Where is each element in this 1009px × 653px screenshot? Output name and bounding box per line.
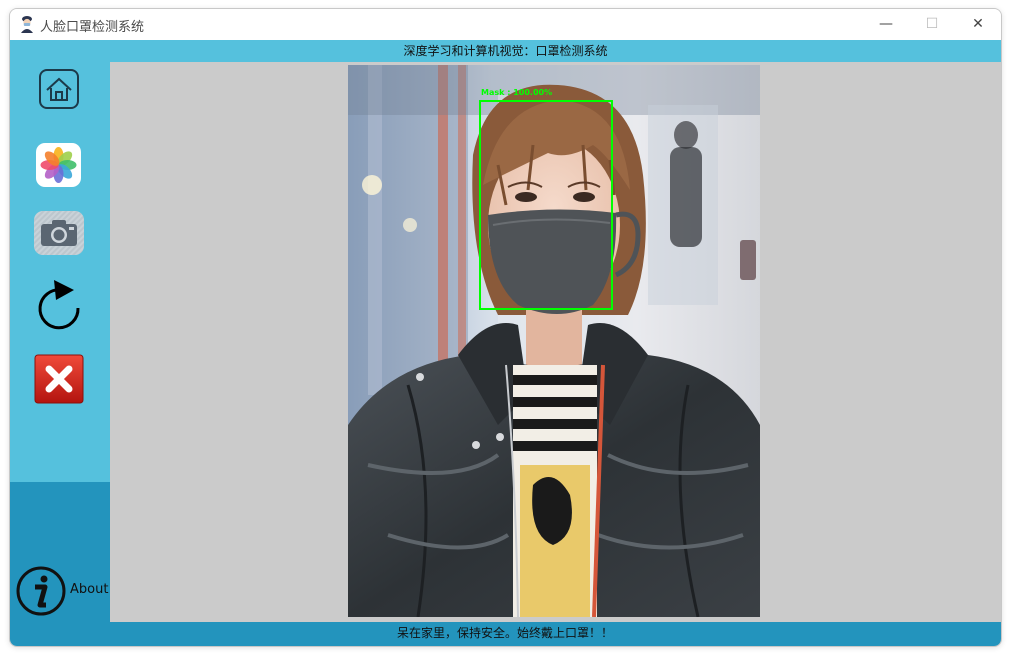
header-banner: 深度学习和计算机视觉：口罩检测系统 <box>10 40 1001 62</box>
close-red-icon <box>34 354 84 404</box>
detection-label: Mask : 100.00% <box>481 88 552 97</box>
sidebar <box>10 62 110 482</box>
title-bar[interactable]: 人脸口罩检测系统 — ☐ ✕ <box>10 9 1001 40</box>
info-icon[interactable] <box>15 565 67 617</box>
image-display-area: Mask : 100.00% <box>110 62 1001 622</box>
header-text: 深度学习和计算机视觉：口罩检测系统 <box>403 44 608 58</box>
photos-icon <box>36 143 81 187</box>
footer-bar: 呆在家里，保持安全。始终戴上口罩！！ <box>10 622 1001 646</box>
maximize-button[interactable]: ☐ <box>909 9 955 40</box>
app-window: 人脸口罩检测系统 — ☐ ✕ 深度学习和计算机视觉：口罩检测系统 About M… <box>9 8 1002 647</box>
detection-image: Mask : 100.00% <box>348 65 760 617</box>
exit-button[interactable] <box>34 354 84 404</box>
window-title: 人脸口罩检测系统 <box>40 20 145 35</box>
camera-button[interactable] <box>34 208 84 258</box>
close-button[interactable]: ✕ <box>955 9 1001 40</box>
camera-icon <box>34 211 84 255</box>
refresh-button[interactable] <box>34 276 84 330</box>
minimize-button[interactable]: — <box>863 9 909 40</box>
home-button[interactable] <box>34 64 84 114</box>
home-icon <box>39 69 79 109</box>
app-logo-icon <box>21 16 33 33</box>
open-image-button[interactable] <box>34 140 84 190</box>
refresh-icon <box>38 280 80 330</box>
footer-text: 呆在家里，保持安全。始终戴上口罩！！ <box>397 626 614 640</box>
about-label[interactable]: About <box>70 582 108 597</box>
